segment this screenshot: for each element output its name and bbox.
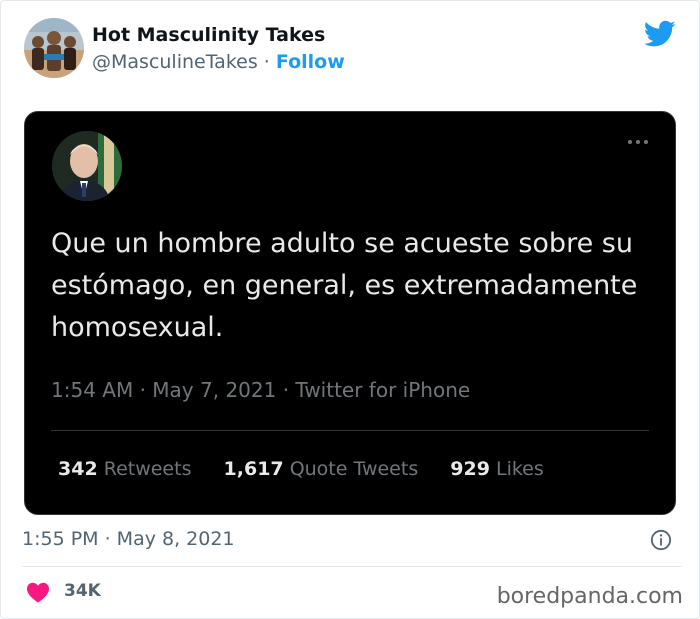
retweets-count: 342 bbox=[58, 458, 98, 480]
footer-divider bbox=[22, 566, 682, 567]
follow-button[interactable]: Follow bbox=[276, 51, 345, 73]
twitter-bird-icon[interactable] bbox=[644, 20, 676, 48]
like-count: 34K bbox=[64, 581, 101, 601]
more-dots-icon[interactable] bbox=[627, 138, 649, 146]
embedded-tweet-source: Twitter for iPhone bbox=[295, 378, 471, 402]
embedded-tweet-stats: 342 Retweets 1,617 Quote Tweets 929 Like… bbox=[58, 458, 570, 480]
likes-count-embedded: 929 bbox=[450, 458, 490, 480]
author-handle[interactable]: @MasculineTakes bbox=[92, 51, 258, 73]
heart-icon[interactable] bbox=[26, 581, 50, 603]
quote-tweets-count: 1,617 bbox=[223, 458, 284, 480]
handle-separator: · bbox=[263, 51, 270, 73]
embedded-tweet-meta: 1:54 AM · May 7, 2021 · Twitter for iPho… bbox=[51, 378, 470, 402]
embedded-tweet-screenshot[interactable]: Que un hombre adulto se acueste sobre su… bbox=[24, 111, 676, 515]
embedded-tweet-time: 1:54 AM bbox=[51, 378, 134, 402]
author-name[interactable]: Hot Masculinity Takes bbox=[92, 24, 325, 46]
embedded-tweet-date: May 7, 2021 bbox=[152, 378, 277, 402]
quote-tweets-label: Quote Tweets bbox=[289, 458, 419, 480]
retweets-stat: 342 Retweets bbox=[58, 458, 191, 480]
boredpanda-watermark: boredpanda.com bbox=[496, 584, 683, 609]
embedded-author-avatar bbox=[52, 131, 122, 201]
author-handle-row: @MasculineTakes · Follow bbox=[92, 51, 345, 73]
meta-separator: · bbox=[139, 378, 153, 402]
author-avatar[interactable] bbox=[24, 18, 84, 78]
retweets-label: Retweets bbox=[103, 458, 192, 480]
meta-separator: · bbox=[282, 378, 296, 402]
tweet-timestamp[interactable]: 1:55 PM · May 8, 2021 bbox=[22, 528, 235, 550]
embedded-divider bbox=[51, 430, 649, 431]
info-icon[interactable] bbox=[650, 529, 672, 551]
likes-label: Likes bbox=[495, 458, 544, 480]
quote-tweets-stat: 1,617 Quote Tweets bbox=[224, 458, 419, 480]
likes-stat: 929 Likes bbox=[450, 458, 544, 480]
embedded-tweet-text: Que un hombre adulto se acueste sobre su… bbox=[51, 228, 638, 343]
tweet-header: Hot Masculinity Takes @MasculineTakes · … bbox=[24, 18, 684, 82]
